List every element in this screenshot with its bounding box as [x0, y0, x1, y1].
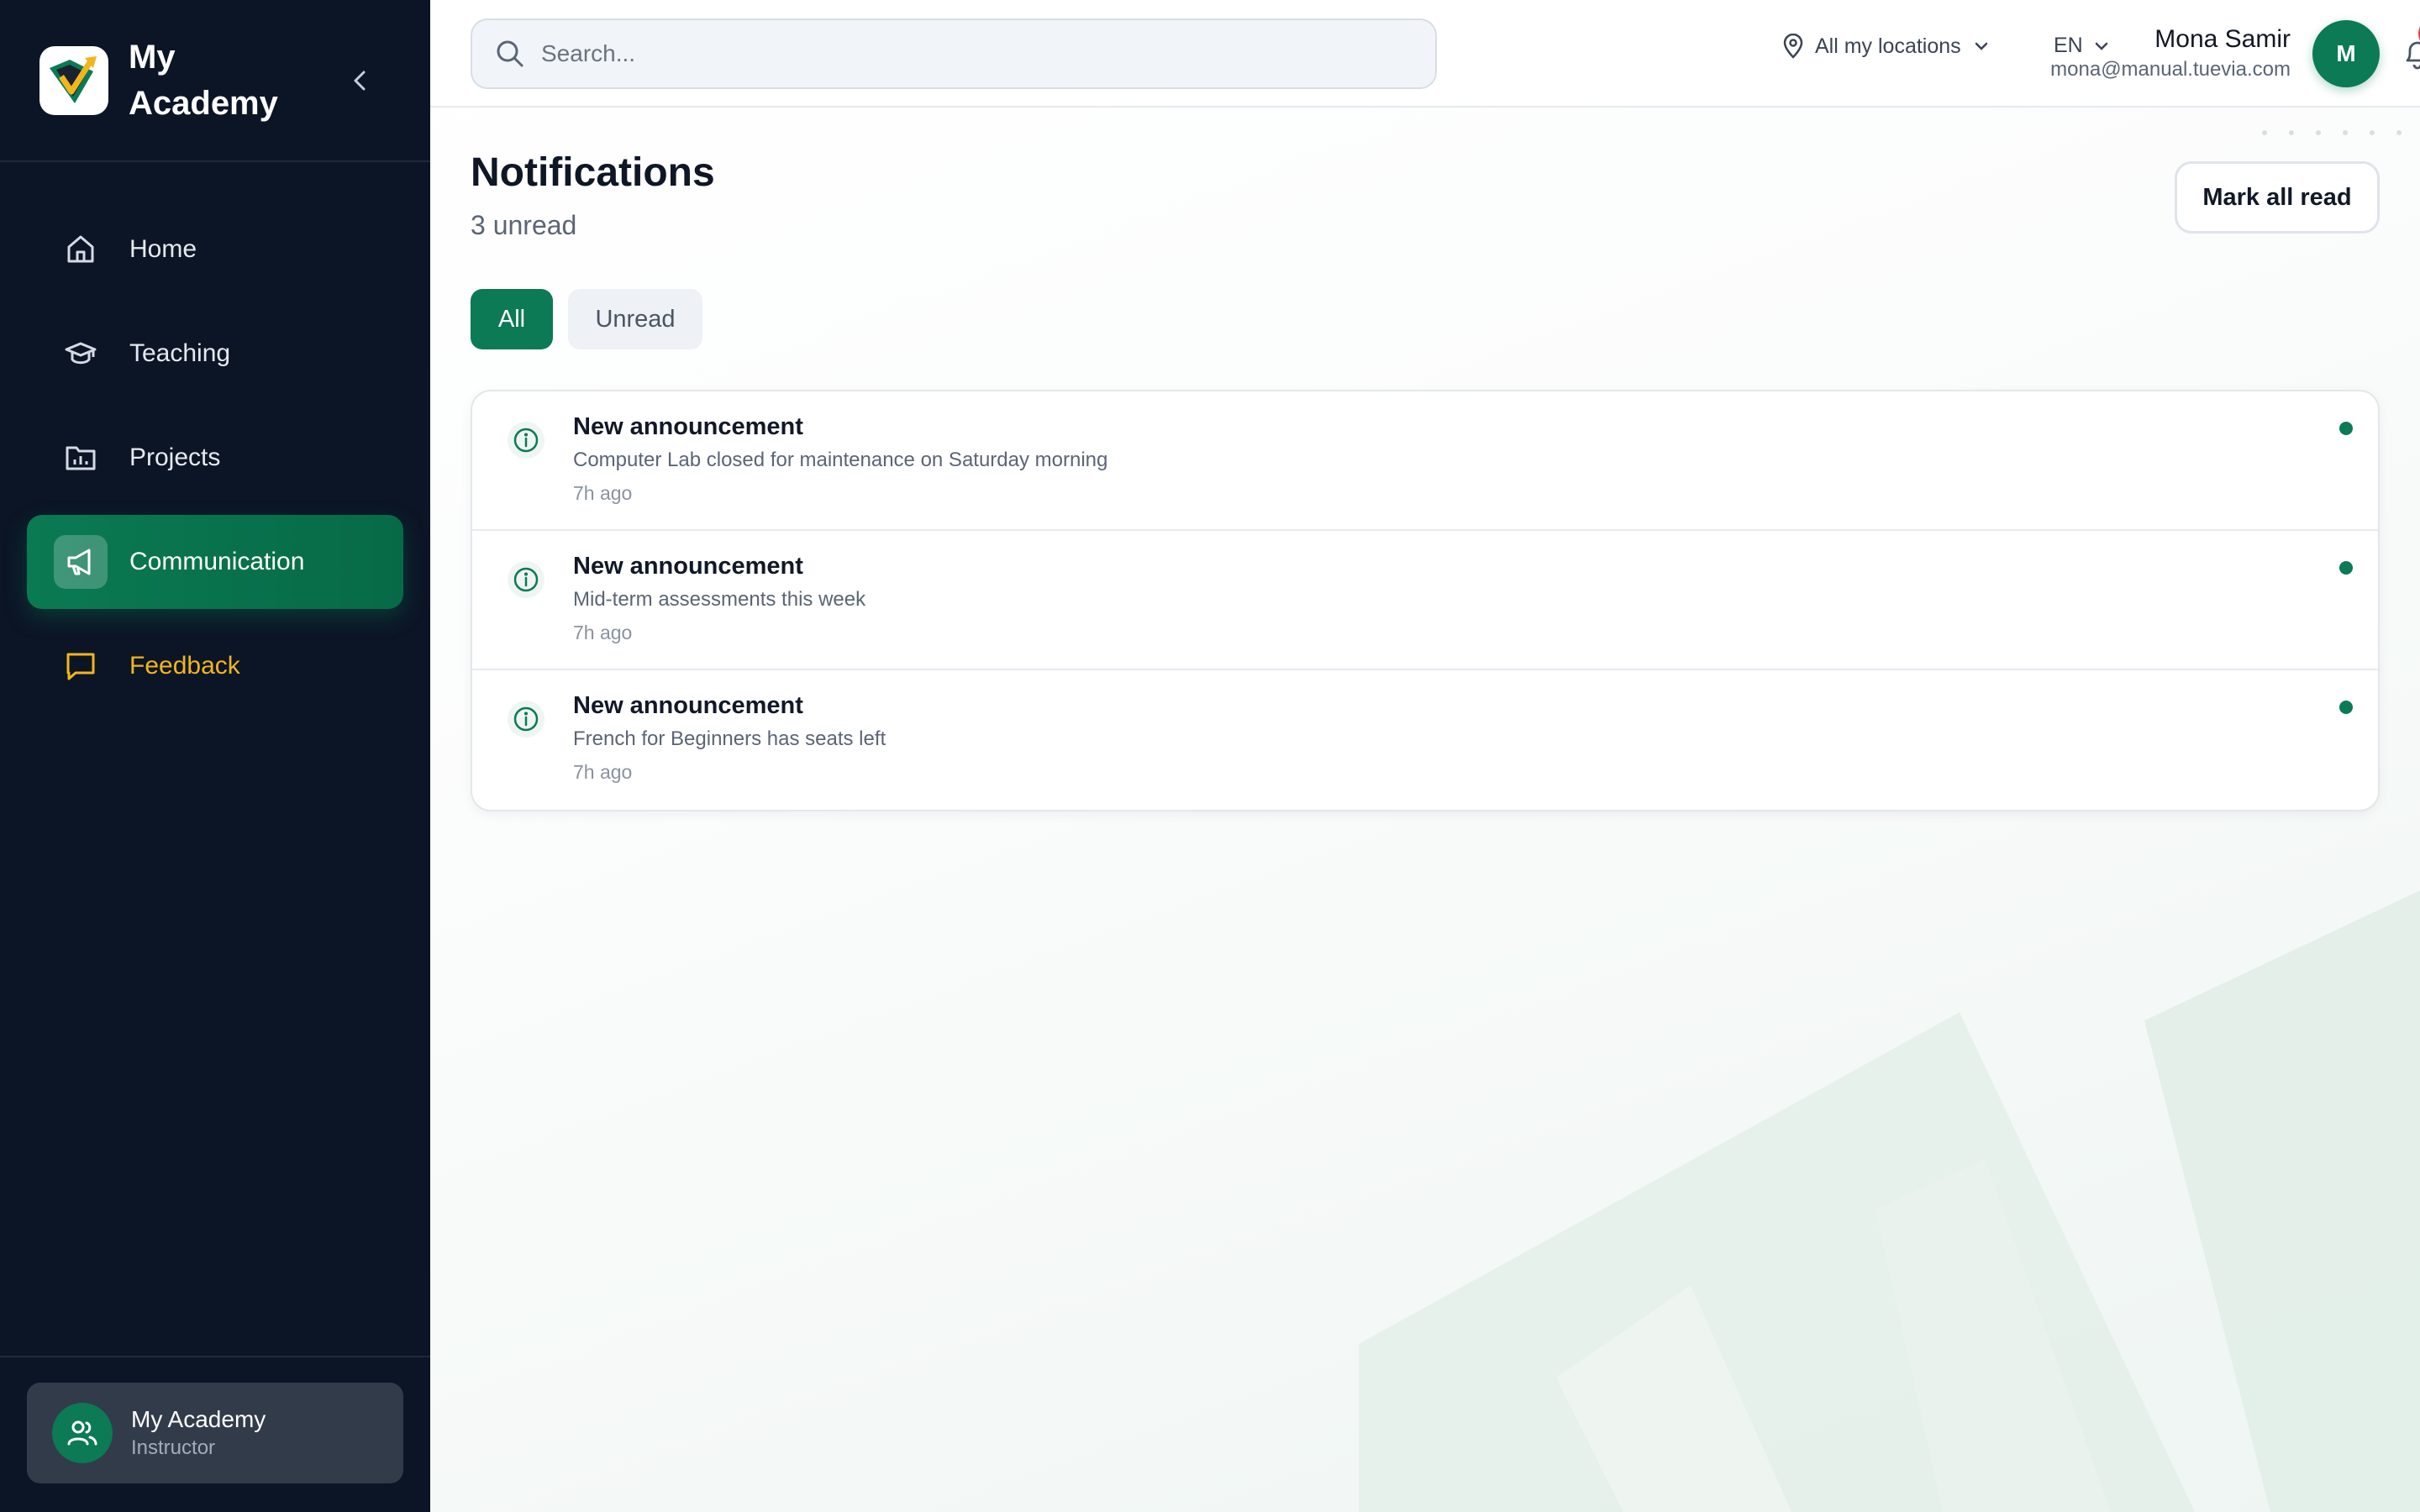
- unread-count: 3 unread: [471, 210, 577, 240]
- notification-item[interactable]: New announcement French for Beginners ha…: [472, 670, 2378, 810]
- sidebar-item-teaching[interactable]: Teaching: [27, 307, 403, 401]
- sidebar-item-feedback[interactable]: Feedback: [27, 619, 403, 713]
- notification-list: New announcement Computer Lab closed for…: [471, 390, 2380, 811]
- account-switcher[interactable]: My Academy Instructor: [27, 1383, 403, 1483]
- home-icon: [62, 231, 99, 268]
- notification-item[interactable]: New announcement Mid-term assessments th…: [472, 531, 2378, 670]
- sidebar-item-projects[interactable]: Projects: [27, 411, 403, 505]
- user-info[interactable]: Mona Samir mona@manual.tuevia.com: [2050, 22, 2291, 82]
- users-icon: [52, 1403, 113, 1463]
- avatar[interactable]: M: [2312, 20, 2380, 87]
- app-name-line1: My: [129, 38, 176, 76]
- filter-tabs: All Unread: [471, 289, 702, 349]
- notification-time: 7h ago: [573, 761, 633, 783]
- chevron-down-icon: [1975, 42, 1987, 50]
- location-label: All my locations: [1815, 34, 1961, 58]
- collapse-sidebar-button[interactable]: [341, 62, 378, 99]
- notification-title: New announcement: [573, 553, 803, 580]
- sidebar-nav: Home Teaching Projects Communication Fee…: [0, 202, 430, 713]
- search-icon: [497, 40, 523, 67]
- graduation-cap-icon: [62, 335, 99, 372]
- topbar: All my locations EN 3 Mona Samir mon: [430, 0, 2420, 108]
- app-name: My Academy: [129, 34, 313, 127]
- unread-indicator: [2339, 422, 2353, 435]
- info-icon: [508, 422, 544, 459]
- sidebar-footer: My Academy Instructor: [0, 1356, 430, 1512]
- notification-title: New announcement: [573, 413, 803, 440]
- account-name: My Academy: [131, 1406, 266, 1432]
- info-icon: [508, 701, 544, 738]
- user-email: mona@manual.tuevia.com: [2050, 58, 2291, 81]
- sidebar-item-label: Feedback: [129, 652, 240, 680]
- megaphone-icon: [54, 535, 108, 589]
- main-content: All my locations EN 3 Mona Samir mon: [430, 0, 2420, 1512]
- location-selector[interactable]: All my locations: [1781, 34, 1990, 59]
- search-input[interactable]: [541, 40, 1381, 67]
- bell-icon: [2406, 41, 2420, 70]
- tab-unread[interactable]: Unread: [568, 289, 702, 349]
- user-name: Mona Samir: [2154, 25, 2291, 53]
- account-info: My Academy Instructor: [131, 1404, 266, 1462]
- notification-body: French for Beginners has seats left: [573, 727, 886, 750]
- notification-item[interactable]: New announcement Computer Lab closed for…: [472, 391, 2378, 531]
- notifications-button[interactable]: 3: [2396, 17, 2420, 74]
- chevron-left-icon: [354, 71, 366, 91]
- app-name-line2: Academy: [129, 84, 278, 122]
- page-title: Notifications: [471, 150, 715, 195]
- brand: My Academy: [0, 0, 430, 162]
- notification-time: 7h ago: [573, 622, 633, 643]
- message-square-icon: [62, 648, 99, 685]
- sidebar-item-label: Projects: [129, 444, 221, 471]
- app-shell: My Academy Home Teaching Projects Commun…: [0, 0, 2420, 1512]
- sidebar: My Academy Home Teaching Projects Commun…: [0, 0, 430, 1512]
- notification-body: Mid-term assessments this week: [573, 588, 866, 611]
- sidebar-item-label: Home: [129, 235, 197, 263]
- folder-chart-icon: [62, 439, 99, 476]
- sidebar-item-label: Teaching: [129, 339, 231, 367]
- search-bar[interactable]: [471, 18, 1437, 89]
- sidebar-item-label: Communication: [129, 548, 305, 575]
- tab-all[interactable]: All: [471, 289, 553, 349]
- academy-logo-icon[interactable]: [39, 45, 108, 115]
- sidebar-item-home[interactable]: Home: [27, 202, 403, 297]
- info-icon: [508, 561, 544, 598]
- unread-indicator: [2339, 701, 2353, 714]
- account-role: Instructor: [131, 1436, 216, 1459]
- notification-title: New announcement: [573, 692, 803, 719]
- sidebar-item-communication[interactable]: Communication: [27, 515, 403, 609]
- unread-indicator: [2339, 561, 2353, 575]
- notification-body: Computer Lab closed for maintenance on S…: [573, 449, 1108, 471]
- notification-time: 7h ago: [573, 482, 633, 504]
- mark-all-read-button[interactable]: Mark all read: [2175, 161, 2380, 234]
- map-pin-icon: [1783, 34, 1803, 59]
